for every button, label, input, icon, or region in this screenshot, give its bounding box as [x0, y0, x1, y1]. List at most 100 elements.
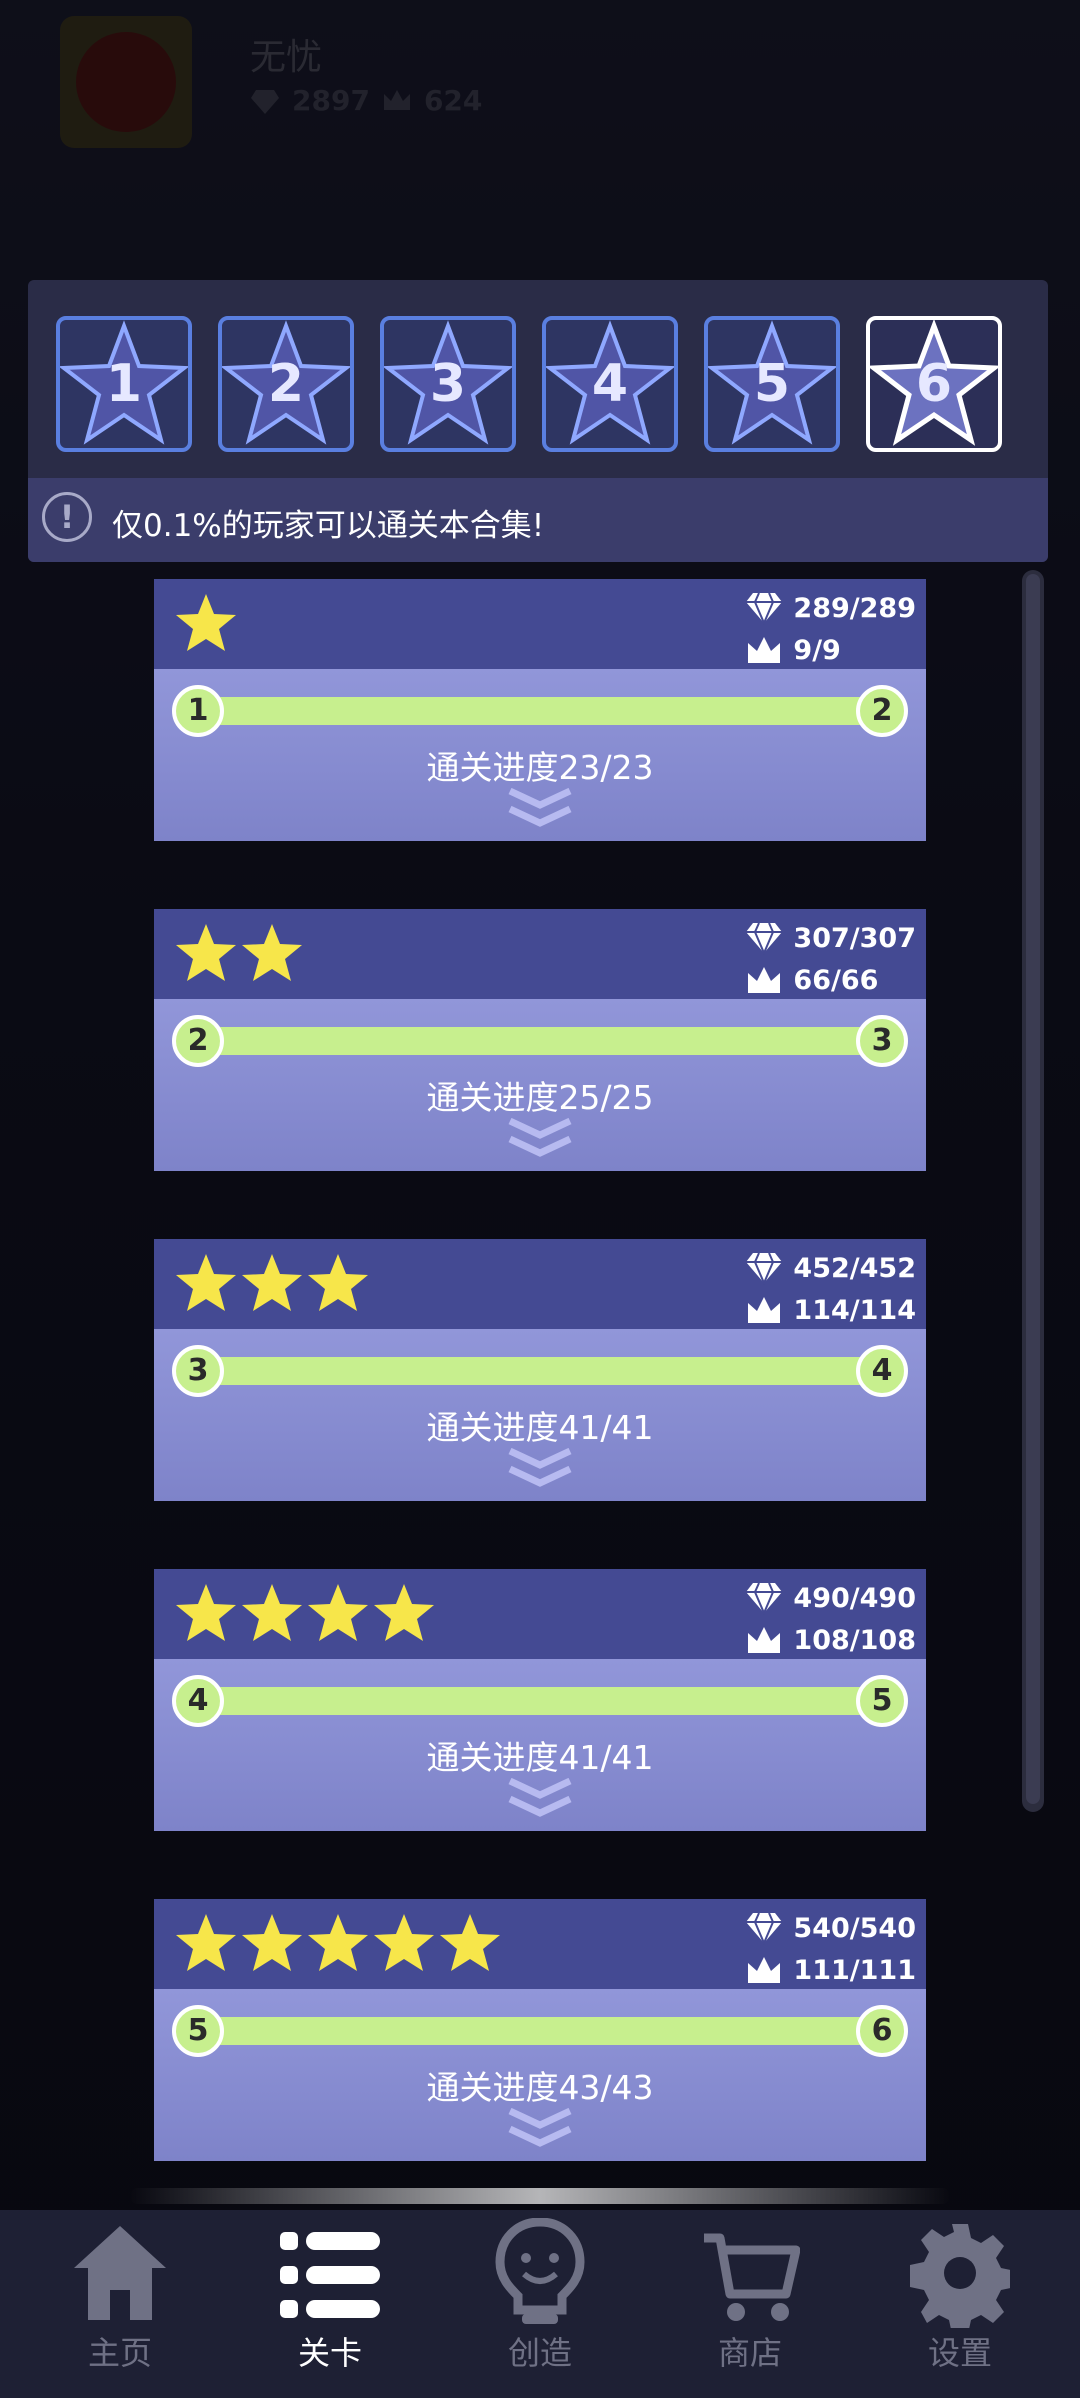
progress-end: 3 — [856, 1015, 908, 1067]
crown-icon — [748, 637, 781, 663]
diamond-icon — [746, 1252, 783, 1285]
progress-text: 通关进度43/43 — [426, 2068, 654, 2107]
star-icon — [242, 1254, 302, 1311]
star-icon — [176, 1254, 236, 1311]
card-stats: 307/307 66/66 — [745, 917, 916, 1001]
progress-text: 通关进度23/23 — [426, 748, 654, 787]
lightbulb-icon — [495, 2218, 585, 2324]
star-icon — [308, 1914, 368, 1971]
card-header: 307/307 66/66 — [154, 909, 926, 999]
nav-label: 关卡 — [297, 2334, 362, 2372]
home-icon — [74, 2226, 166, 2320]
star-tabs: 1 2 3 4 5 6 — [56, 316, 1002, 452]
crown-icon — [748, 967, 781, 993]
card-body: 2 3 通关进度25/25 — [154, 999, 926, 1171]
star-icon — [176, 924, 236, 981]
notice-bar: ! 仅0.1%的玩家可以通关本合集! — [28, 478, 1048, 562]
star-icon — [242, 924, 302, 981]
card-body: 1 2 通关进度23/23 — [154, 669, 926, 841]
tab-number: 3 — [429, 354, 467, 414]
tab-star-2[interactable]: 2 — [218, 316, 354, 452]
list-icon — [280, 2232, 380, 2318]
card-header: 540/540 111/111 — [154, 1899, 926, 1989]
chevron-down-icon[interactable] — [504, 1445, 576, 1493]
gem-count: 540/540 — [793, 1912, 916, 1944]
scrollbar-thumb[interactable] — [1026, 574, 1040, 1804]
crown-count: 111/111 — [793, 1954, 916, 1986]
star-icon — [242, 1584, 302, 1641]
level-card-2[interactable]: 307/307 66/66 2 3 通关进度25/25 — [154, 909, 926, 1171]
card-body: 5 6 通关进度43/43 — [154, 1989, 926, 2161]
level-card-4[interactable]: 490/490 108/108 4 5 通关进度41/41 — [154, 1569, 926, 1831]
card-stats: 540/540 111/111 — [745, 1907, 916, 1991]
gem-count: 307/307 — [793, 922, 916, 954]
nav-label: 设置 — [927, 2334, 992, 2372]
crown-count: 66/66 — [793, 964, 879, 996]
tab-star-5[interactable]: 5 — [704, 316, 840, 452]
nav-label: 创造 — [507, 2334, 572, 2372]
card-stats: 490/490 108/108 — [745, 1577, 916, 1661]
level-card-1[interactable]: 289/289 9/9 1 2 通关进度23/23 — [154, 579, 926, 841]
level-card-3[interactable]: 452/452 114/114 3 4 通关进度41/41 — [154, 1239, 926, 1501]
progress-text: 通关进度41/41 — [426, 1738, 654, 1777]
crown-count: 9/9 — [793, 634, 841, 666]
chevron-down-icon[interactable] — [504, 785, 576, 833]
diamond-icon — [746, 1912, 783, 1945]
progress-end: 4 — [856, 1345, 908, 1397]
crown-icon — [748, 1297, 781, 1323]
card-header: 490/490 108/108 — [154, 1569, 926, 1659]
star-icon — [176, 594, 236, 651]
star-icon — [242, 1914, 302, 1971]
list-end-glow — [130, 2188, 950, 2204]
star-icon — [308, 1584, 368, 1641]
star-icon — [374, 1584, 434, 1641]
progress-start: 3 — [172, 1345, 224, 1397]
tab-star-3[interactable]: 3 — [380, 316, 516, 452]
chevron-down-icon[interactable] — [504, 1775, 576, 1823]
crown-count: 108/108 — [793, 1624, 916, 1656]
collection-popup: 1 2 3 4 5 6 ! 仅0.1%的玩家可以通关本合集! — [28, 280, 1048, 562]
star-rating — [174, 921, 304, 985]
crown-icon — [748, 1627, 781, 1653]
star-icon — [176, 1584, 236, 1641]
diamond-icon — [746, 922, 783, 955]
nav-create[interactable]: 创造 — [450, 2210, 630, 2398]
chevron-down-icon[interactable] — [504, 1115, 576, 1163]
nav-settings[interactable]: 设置 — [870, 2210, 1050, 2398]
progress-bar: 1 2 — [172, 685, 908, 737]
nav-label: 商店 — [717, 2334, 782, 2372]
chevron-down-icon[interactable] — [504, 2105, 576, 2153]
progress-track — [198, 697, 882, 725]
tab-number: 4 — [591, 354, 629, 414]
star-rating — [174, 1581, 436, 1645]
nav-levels[interactable]: 关卡 — [240, 2210, 420, 2398]
progress-track — [198, 1027, 882, 1055]
level-card-5[interactable]: 540/540 111/111 5 6 通关进度43/43 — [154, 1899, 926, 2161]
tab-star-1[interactable]: 1 — [56, 316, 192, 452]
card-body: 3 4 通关进度41/41 — [154, 1329, 926, 1501]
exclamation-icon: ! — [42, 492, 92, 542]
nav-shop[interactable]: 商店 — [660, 2210, 840, 2398]
tab-star-6[interactable]: 6 — [866, 316, 1002, 452]
tab-number: 6 — [915, 354, 953, 414]
notice-text: 仅0.1%的玩家可以通关本合集! — [112, 508, 545, 544]
nav-home[interactable]: 主页 — [30, 2210, 210, 2398]
star-icon — [308, 1254, 368, 1311]
progress-bar: 2 3 — [172, 1015, 908, 1067]
progress-start: 5 — [172, 2005, 224, 2057]
tab-star-4[interactable]: 4 — [542, 316, 678, 452]
tab-number: 5 — [753, 354, 791, 414]
crown-count: 114/114 — [793, 1294, 916, 1326]
progress-text: 通关进度41/41 — [426, 1408, 654, 1447]
progress-bar: 4 5 — [172, 1675, 908, 1727]
gear-icon — [910, 2224, 1010, 2328]
progress-track — [198, 2017, 882, 2045]
card-header: 289/289 9/9 — [154, 579, 926, 669]
progress-end: 5 — [856, 1675, 908, 1727]
gem-count: 452/452 — [793, 1252, 916, 1284]
progress-track — [198, 1357, 882, 1385]
tab-number: 1 — [105, 354, 143, 414]
cart-icon — [704, 2233, 800, 2321]
diamond-icon — [746, 592, 783, 625]
card-header: 452/452 114/114 — [154, 1239, 926, 1329]
